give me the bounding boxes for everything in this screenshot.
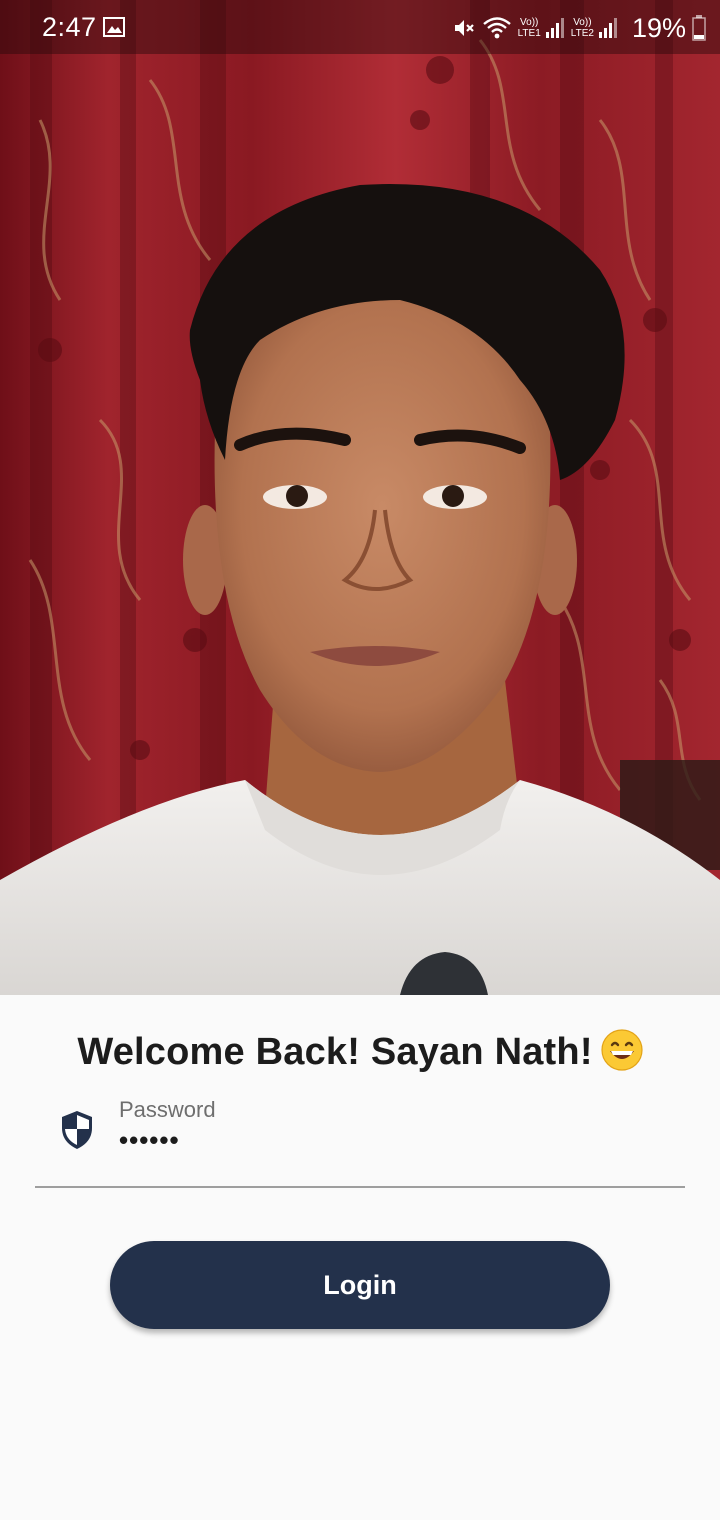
sim2-label: Vo)) LTE2 (571, 17, 594, 39)
status-icons: Vo)) LTE1 Vo)) LTE2 19% (452, 8, 706, 48)
password-field[interactable]: Password •••••• (35, 1090, 685, 1188)
battery-icon (692, 15, 706, 41)
login-button-label: Login (323, 1269, 397, 1300)
image-icon (103, 17, 125, 37)
password-input[interactable]: •••••• (119, 1124, 180, 1156)
sim2-lte-text: LTE2 (570, 28, 594, 39)
login-button[interactable]: Login (110, 1241, 610, 1329)
welcome-title: Welcome Back! Sayan Nath! (0, 1024, 720, 1080)
mute-icon (454, 20, 474, 36)
shield-icon (62, 1111, 92, 1149)
sim2-volte-text: Vo)) (573, 17, 592, 28)
sim1-label: Vo)) LTE1 (518, 17, 541, 39)
grinning-face-emoji (601, 1029, 643, 1071)
sim1-volte-text: Vo)) (520, 17, 539, 28)
profile-photo (0, 0, 720, 995)
password-label: Password (119, 1097, 216, 1122)
status-bar: 2:47 Vo)) LTE1 Vo)) LTE2 19% (0, 0, 720, 54)
status-time: 2:47 (42, 12, 97, 42)
signal-icon-2 (598, 18, 617, 38)
signal-icon (545, 18, 564, 38)
wifi-icon (482, 17, 511, 39)
sim1-lte-text: LTE1 (517, 28, 541, 39)
battery-percent: 19% (631, 13, 686, 43)
welcome-text: Welcome Back! Sayan Nath! (77, 1031, 593, 1073)
